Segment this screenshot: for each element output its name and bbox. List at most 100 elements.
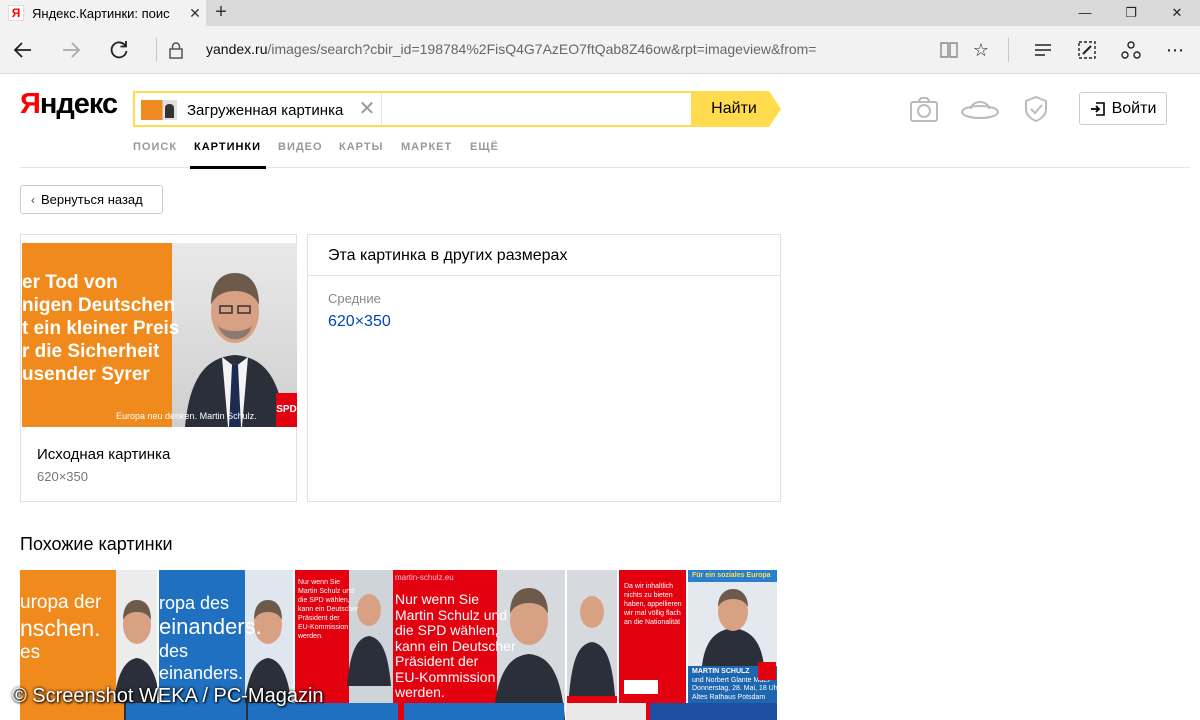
thumb-text-line: Präsident der [395, 653, 479, 669]
thumb-text-line: Donnerstag, 28. Mai, 18 Uhr [692, 685, 777, 692]
restore-button[interactable]: ❐ [1108, 0, 1154, 26]
login-label: Войти [1111, 99, 1157, 117]
lock-icon [169, 42, 183, 59]
back-arrow-icon[interactable] [8, 34, 38, 66]
login-icon [1090, 101, 1105, 116]
original-image-size: 620×350 [37, 469, 88, 484]
tab-title: Яндекс.Картинки: поис [32, 5, 170, 21]
shield-icon[interactable] [1018, 94, 1054, 124]
logo-first-letter: Я [20, 88, 41, 120]
thumb-text: Nur wenn Sie Martin Schulz und die SPD w… [395, 591, 516, 701]
forward-arrow-icon[interactable] [56, 34, 86, 66]
similar-thumb[interactable]: Da wir inhaltlich nichts zu bieten haben… [619, 570, 686, 720]
service-tab-images[interactable]: КАРТИНКИ [194, 141, 261, 153]
browser-tab-strip: Я Яндекс.Картинки: поис ✕ + — ❐ ✕ [0, 0, 1200, 26]
caption-line: er Tod von [22, 272, 118, 293]
web-note-icon[interactable] [1074, 37, 1100, 63]
thumb-text-line: uropa der [20, 592, 102, 613]
service-tab-video[interactable]: ВИДЕО [278, 141, 323, 153]
login-button[interactable]: Войти [1079, 92, 1167, 125]
logo-rest: ндекс [39, 88, 118, 120]
uploaded-image-chip-label: Загруженная картинка [187, 101, 344, 119]
similar-images-title: Похожие картинки [20, 534, 173, 554]
thumb-text-line: Altes Rathaus Potsdam [692, 693, 766, 701]
browser-tab[interactable]: Я Яндекс.Картинки: поис ✕ [0, 0, 206, 26]
active-tab-underline [190, 166, 266, 169]
copyright-watermark: © Screenshot WEKA / PC-Magazin [12, 685, 324, 707]
caption-line: usender Syrer [22, 364, 150, 385]
new-tab-button[interactable]: + [208, 0, 234, 26]
thumb-text-line: einanders. [159, 614, 262, 639]
thumb-ballot-box [624, 680, 658, 694]
thumb-text-line: EU-Kommission [298, 624, 349, 631]
thumb-text-line: des [159, 641, 189, 661]
thumb-text: Nur wenn Sie Martin Schulz und die SPD w… [298, 578, 358, 641]
yandex-favicon-icon: Я [8, 5, 24, 21]
hub-icon[interactable] [1030, 37, 1056, 63]
thumb-text-line: haben, appellieren [624, 601, 682, 608]
similar-thumb[interactable] [567, 570, 617, 720]
search-input[interactable]: Загруженная картинка ✕ [133, 91, 693, 127]
uploaded-image-thumbnail [141, 100, 177, 120]
more-menu-icon[interactable]: ⋯ [1162, 37, 1188, 63]
toolbar-divider [1008, 38, 1009, 62]
caption-line: t ein kleiner Preis [22, 318, 180, 339]
size-link[interactable]: 620×350 [328, 313, 391, 331]
other-sizes-card: Эта картинка в других размерах Средние 6… [307, 234, 781, 502]
share-icon[interactable] [1118, 37, 1144, 63]
thumb-text-line: Nur wenn Sie [298, 579, 341, 586]
thumb-text-line: Da wir inhaltlich [624, 583, 674, 590]
thumb-text-line: nschen. [20, 615, 101, 641]
caption-line: nigen Deutschen [22, 295, 176, 316]
thumb-text-line: werden. [395, 684, 445, 700]
similar-thumb[interactable]: Für ein soziales Europa MARTIN SCHULZ un… [688, 570, 777, 720]
thumb-text-line: kann ein Deutscher [395, 637, 516, 654]
ufo-icon[interactable] [960, 94, 1000, 124]
url-path: /images/search?cbir_id=198784%2FisQ4G7Az… [267, 41, 817, 57]
service-tab-more[interactable]: ЕЩЁ [470, 141, 499, 153]
minimize-button[interactable]: — [1062, 0, 1108, 26]
refresh-icon[interactable] [104, 34, 134, 66]
thumb-portrait [702, 589, 764, 666]
url-field[interactable]: yandex.ru/images/search?cbir_id=198784%2… [206, 41, 817, 57]
service-tab-market[interactable]: МАРКЕТ [401, 141, 452, 153]
other-sizes-title: Эта картинка в других размерах [328, 247, 568, 264]
clear-image-icon[interactable]: ✕ [357, 98, 377, 120]
similar-thumb-row2[interactable] [404, 703, 564, 720]
back-button[interactable]: ‹ Вернуться назад [20, 185, 163, 214]
thumb-portrait [569, 596, 615, 696]
thumb-text-line: ropa des [159, 593, 230, 613]
reading-view-icon[interactable] [936, 37, 962, 63]
yandex-logo[interactable]: Яндекс [20, 88, 118, 121]
thumb-text-line: es [20, 642, 41, 663]
thumb-spd-badge [758, 662, 776, 680]
original-image-caption: er Tod von nigen Deutschen t ein kleiner… [22, 271, 179, 386]
original-image-footer: Europa neu denken. Martin Schulz. [116, 411, 257, 421]
tab-close-icon[interactable]: ✕ [184, 5, 206, 22]
caption-line: r die Sicherheit [22, 341, 160, 362]
thumb-text-url: martin-schulz.eu [395, 573, 454, 582]
thumb-text: uropa der nschen. es [20, 592, 101, 664]
thumb-text-line: die SPD wählen, [395, 622, 499, 638]
chip-divider [381, 93, 382, 125]
portrait-figure [185, 273, 285, 427]
similar-thumb-row2[interactable] [650, 703, 777, 720]
similar-thumb[interactable]: martin-schulz.eu Nur wenn Sie Martin Sch… [393, 570, 565, 720]
service-tab-search[interactable]: ПОИСК [133, 141, 177, 153]
uploaded-image-chip[interactable]: Загруженная картинка [141, 99, 343, 121]
search-button[interactable]: Найти [693, 91, 781, 127]
favorite-star-icon[interactable]: ☆ [968, 37, 994, 63]
thumb-text-line: Nur wenn Sie [395, 591, 480, 607]
thumb-text-line: Martin Schulz und [395, 606, 508, 623]
original-image-card: er Tod von nigen Deutschen t ein kleiner… [20, 234, 297, 502]
similar-thumb-row2[interactable] [566, 703, 646, 720]
size-category-label: Средние [328, 291, 381, 306]
camera-icon[interactable] [906, 94, 942, 124]
thumb-text-line: werden. [298, 633, 323, 640]
thumb-text-line: Präsident der [298, 615, 340, 622]
back-button-label: Вернуться назад [41, 192, 143, 207]
service-tab-maps[interactable]: КАРТЫ [339, 141, 383, 153]
original-image[interactable]: er Tod von nigen Deutschen t ein kleiner… [22, 243, 297, 427]
thumb-text: ropa des einanders. des einanders. [159, 592, 262, 684]
close-window-button[interactable]: ✕ [1154, 0, 1200, 26]
